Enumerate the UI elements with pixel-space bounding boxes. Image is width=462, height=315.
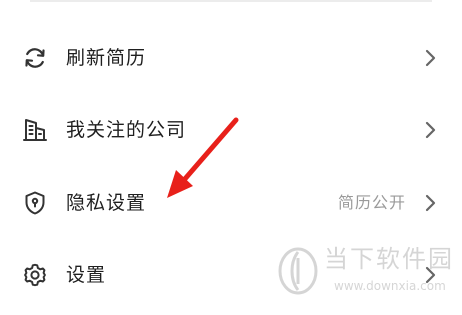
chevron-right-icon [422, 119, 438, 141]
menu-item-refresh-resume[interactable]: 刷新简历 [0, 30, 462, 86]
top-divider [30, 0, 432, 2]
chevron-right-icon [422, 47, 438, 69]
menu-item-followed-companies[interactable]: 我关注的公司 [0, 102, 462, 158]
chevron-right-icon [422, 192, 438, 214]
shield-icon [22, 190, 48, 216]
watermark-title: 当下软件园 [324, 245, 454, 273]
watermark: 当下软件园 www.downxia.com [272, 240, 462, 300]
menu-item-privacy-settings[interactable]: 隐私设置 简历公开 [0, 175, 462, 231]
menu-item-label: 设置 [66, 264, 107, 286]
menu-item-label: 刷新简历 [66, 47, 147, 69]
gear-icon [22, 262, 48, 288]
menu-item-label: 隐私设置 [66, 192, 147, 214]
menu-item-label: 我关注的公司 [66, 119, 187, 141]
watermark-url: www.downxia.com [334, 279, 446, 293]
privacy-status-value: 简历公开 [337, 193, 406, 212]
building-icon [22, 117, 48, 143]
watermark-logo-icon [276, 244, 320, 296]
refresh-icon [22, 45, 48, 71]
